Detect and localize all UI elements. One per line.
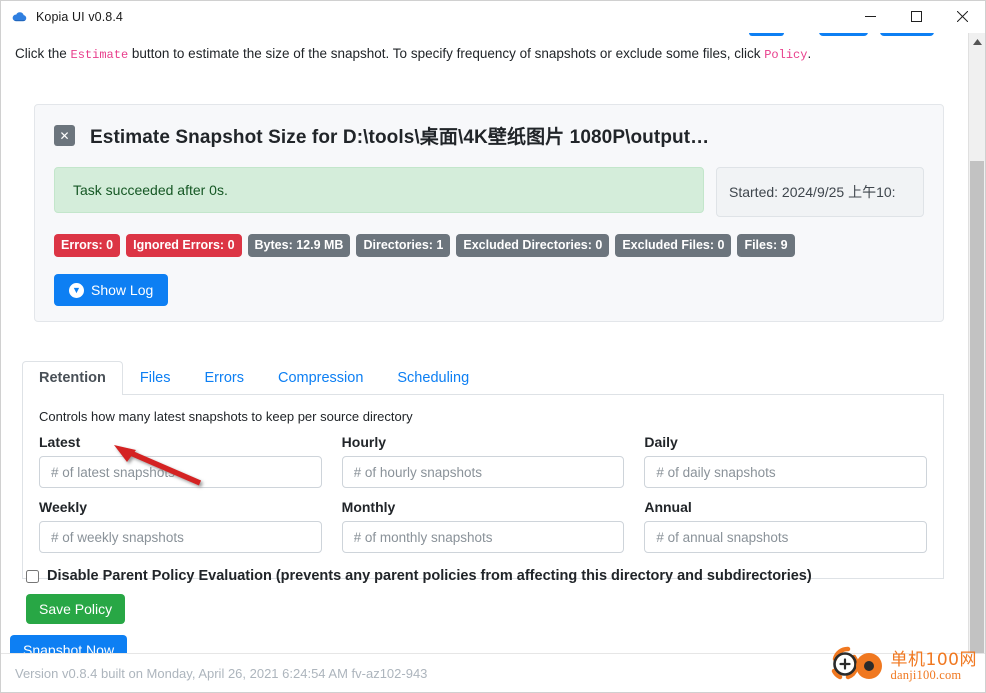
tab-compression[interactable]: Compression <box>261 361 380 395</box>
weekly-snapshots-input[interactable] <box>39 521 322 553</box>
field-annual: Annual <box>644 499 927 553</box>
annual-snapshots-input[interactable] <box>644 521 927 553</box>
tab-retention[interactable]: Retention <box>22 361 123 395</box>
disable-parent-policy-label: Disable Parent Policy Evaluation (preven… <box>47 568 812 584</box>
retention-panel: Controls how many latest snapshots to ke… <box>22 395 944 579</box>
clipped-toolbar-row <box>1 33 968 36</box>
retention-description: Controls how many latest snapshots to ke… <box>39 409 413 424</box>
scroll-up-arrow-icon[interactable] <box>969 33 985 50</box>
window-title: Kopia UI v0.8.4 <box>36 9 123 24</box>
estimate-code: Estimate <box>70 48 129 62</box>
page-scroll-region: Click the Estimate button to estimate th… <box>1 33 985 653</box>
close-icon[interactable] <box>939 1 985 32</box>
latest-snapshots-input[interactable] <box>39 456 322 488</box>
tab-scheduling[interactable]: Scheduling <box>380 361 486 395</box>
tab-errors[interactable]: Errors <box>187 361 260 395</box>
title-bar-left: Kopia UI v0.8.4 <box>1 8 847 25</box>
clipped-button-1[interactable] <box>819 33 868 36</box>
daily-snapshots-input[interactable] <box>644 456 927 488</box>
kopia-cloud-icon <box>11 8 28 25</box>
status-badge: Files: 9 <box>737 234 795 258</box>
card-header: ✕ Estimate Snapshot Size for D:\tools\桌面… <box>35 105 943 149</box>
field-label-annual: Annual <box>644 499 692 515</box>
chevron-down-circle-icon: ▼ <box>69 282 84 298</box>
window-controls <box>847 1 985 32</box>
status-badge: Excluded Directories: 0 <box>456 234 610 258</box>
help-middle: button to estimate the size of the snaps… <box>128 46 765 61</box>
estimate-card-title: Estimate Snapshot Size for D:\tools\桌面\4… <box>90 127 710 148</box>
monthly-snapshots-input[interactable] <box>341 521 625 553</box>
task-started-box: Started: 2024/9/25 上午10: <box>716 167 924 217</box>
dismiss-estimate-icon[interactable]: ✕ <box>54 125 75 146</box>
field-label-hourly: Hourly <box>341 434 386 450</box>
field-weekly: Weekly <box>39 499 322 553</box>
retention-form-grid: Latest Hourly Daily Weekly <box>39 434 927 564</box>
status-badge: Bytes: 12.9 MB <box>247 234 351 258</box>
scrollbar-thumb[interactable] <box>970 161 984 653</box>
status-row: Task succeeded after 0s. Started: 2024/9… <box>35 149 943 217</box>
show-log-button[interactable]: ▼ Show Log <box>54 274 169 307</box>
title-bar: Kopia UI v0.8.4 <box>1 1 985 33</box>
disable-parent-policy-row: Disable Parent Policy Evaluation (preven… <box>26 568 812 584</box>
field-monthly: Monthly <box>341 499 625 553</box>
status-badge: Excluded Files: 0 <box>615 234 732 258</box>
field-label-monthly: Monthly <box>341 499 396 515</box>
help-text: Click the Estimate button to estimate th… <box>15 46 811 62</box>
task-status-alert: Task succeeded after 0s. <box>54 167 704 213</box>
field-hourly: Hourly <box>341 434 625 488</box>
policy-code: Policy <box>764 48 808 62</box>
field-label-latest: Latest <box>39 434 81 450</box>
maximize-icon[interactable] <box>893 1 939 32</box>
version-text: Version v0.8.4 built on Monday, April 26… <box>15 665 428 681</box>
field-daily: Daily <box>644 434 927 488</box>
field-latest: Latest <box>39 434 322 488</box>
kopia-app-window: Kopia UI v0.8.4 Click the Estimate butto… <box>0 0 986 693</box>
snapshot-now-button[interactable]: Snapshot Now <box>10 635 128 653</box>
show-log-label: Show Log <box>91 282 154 299</box>
status-badge: Errors: 0 <box>54 234 121 258</box>
hourly-snapshots-input[interactable] <box>341 456 625 488</box>
help-prefix: Click the <box>15 46 71 61</box>
page-content: Click the Estimate button to estimate th… <box>1 33 968 653</box>
policy-tab-list: Retention Files Errors Compression Sched… <box>22 359 944 395</box>
field-label-daily: Daily <box>644 434 678 450</box>
save-policy-button[interactable]: Save Policy <box>26 594 126 624</box>
status-badge: Directories: 1 <box>356 234 451 258</box>
policy-tabs-section: Retention Files Errors Compression Sched… <box>22 359 944 579</box>
estimate-snapshot-card: ✕ Estimate Snapshot Size for D:\tools\桌面… <box>34 104 944 322</box>
footer-bar: Version v0.8.4 built on Monday, April 26… <box>1 653 985 692</box>
clipped-button-2[interactable] <box>880 33 934 36</box>
tab-files[interactable]: Files <box>123 361 188 395</box>
progress-bar-fill <box>749 33 784 36</box>
vertical-scrollbar[interactable] <box>968 33 985 653</box>
help-suffix: . <box>807 46 812 61</box>
disable-parent-policy-checkbox[interactable] <box>26 569 39 583</box>
status-badge: Ignored Errors: 0 <box>126 234 242 258</box>
stats-badge-row: Errors: 0 Ignored Errors: 0 Bytes: 12.9 … <box>35 217 943 258</box>
show-log-row: ▼ Show Log <box>35 257 943 307</box>
minimize-icon[interactable] <box>847 1 893 32</box>
field-label-weekly: Weekly <box>39 499 87 515</box>
